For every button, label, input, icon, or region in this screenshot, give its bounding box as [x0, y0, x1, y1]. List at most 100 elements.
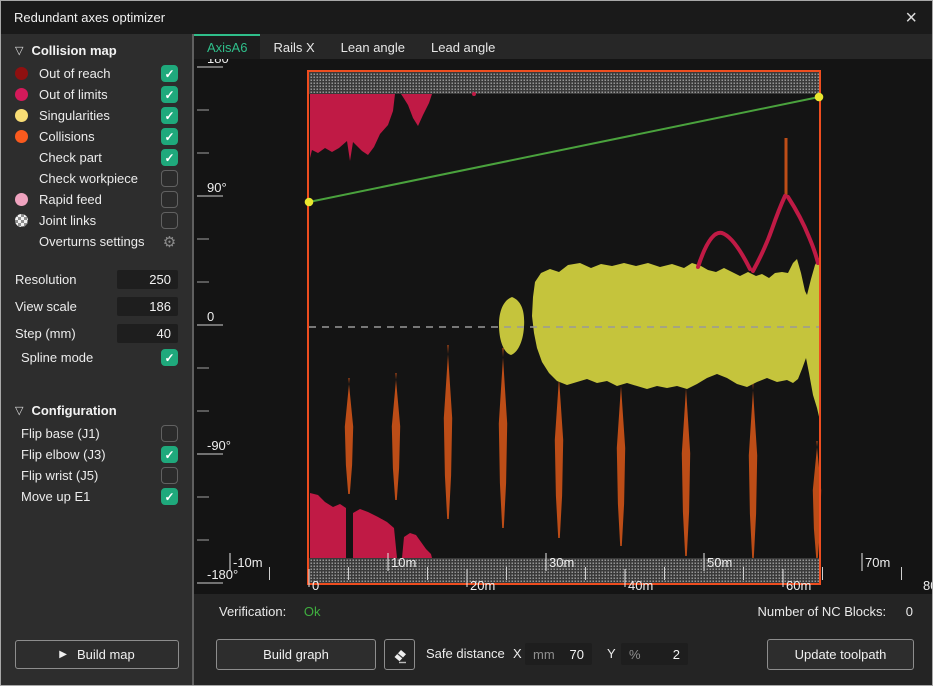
- safe-distance-y-label: Y: [607, 646, 616, 661]
- x-unit: mm: [533, 647, 555, 662]
- collisions-color-dot: [15, 130, 28, 143]
- tab-axisa6[interactable]: AxisA6: [194, 34, 260, 59]
- check-part-checkbox[interactable]: ✓: [161, 149, 178, 166]
- svg-text:-90°: -90°: [207, 438, 231, 453]
- move-up-e1-checkbox[interactable]: ✓: [161, 488, 178, 505]
- resolution-input[interactable]: 250: [117, 270, 178, 289]
- flip-base-j1-checkbox[interactable]: [161, 425, 178, 442]
- config-row-flip-base-j1: Flip base (J1): [1, 423, 192, 444]
- collision-map-svg[interactable]: 18090°0-90°-180°-10m010m20m30m40m50m60m7…: [194, 34, 933, 596]
- collapse-triangle-icon: ▽: [15, 44, 23, 57]
- rapid-feed-color-dot: [15, 193, 28, 206]
- safe-distance-label: Safe distance: [426, 646, 505, 661]
- check-workpiece-checkbox[interactable]: [161, 170, 178, 187]
- rapid-feed-checkbox[interactable]: [161, 191, 178, 208]
- joint-links-checkbox[interactable]: [161, 212, 178, 229]
- field-label: Resolution: [15, 272, 117, 287]
- titlebar: Redundant axes optimizer ×: [1, 1, 932, 34]
- svg-text:-10m: -10m: [233, 555, 263, 570]
- verification-label: Verification:: [219, 604, 286, 619]
- safe-distance-x-label: X: [513, 646, 522, 661]
- nc-blocks-value: 0: [906, 604, 913, 619]
- svg-text:70m: 70m: [865, 555, 890, 570]
- section-header-collision-map[interactable]: ▽ Collision map: [1, 34, 192, 63]
- check-icon: ✓: [164, 68, 174, 80]
- dot-spacer: [15, 151, 28, 164]
- svg-text:0: 0: [207, 309, 214, 324]
- row-label: Check part: [39, 150, 161, 165]
- config-row-flip-elbow-j3: Flip elbow (J3)✓: [1, 444, 192, 465]
- check-icon: ✓: [164, 110, 174, 122]
- collisions-checkbox[interactable]: ✓: [161, 128, 178, 145]
- configuration-rows: Flip base (J1)Flip elbow (J3)✓ Flip wrist…: [1, 423, 192, 507]
- plot-area[interactable]: [308, 71, 820, 584]
- build-map-button[interactable]: ▶ Build map: [15, 640, 179, 669]
- check-icon: ✓: [164, 131, 174, 143]
- verification-status: Verification: Ok: [219, 604, 320, 619]
- safe-distance-x-field[interactable]: mm 70: [525, 643, 592, 665]
- row-label: Move up E1: [21, 489, 161, 504]
- flip-wrist-j5-checkbox[interactable]: [161, 467, 178, 484]
- safe-distance-y-field[interactable]: % 2: [621, 643, 688, 665]
- eraser-icon: [390, 645, 410, 665]
- out-of-limits-checkbox[interactable]: ✓: [161, 86, 178, 103]
- close-icon[interactable]: ×: [903, 8, 919, 28]
- sidebar: ▽ Collision map Out of reach✓Out of limi…: [1, 34, 192, 685]
- x-value: 70: [570, 647, 584, 662]
- spline-mode-row: Spline mode ✓: [1, 347, 192, 368]
- dot-spacer: [15, 235, 28, 248]
- sidebar-item-rapid-feed: Rapid feed: [1, 189, 192, 210]
- row-label: Check workpiece: [39, 171, 161, 186]
- redundant-axes-optimizer-window: Redundant axes optimizer × ▽ Collision m…: [0, 0, 933, 686]
- nc-blocks-label: Number of NC Blocks:: [758, 604, 887, 619]
- spline-mode-label: Spline mode: [21, 350, 161, 365]
- sidebar-item-out-of-limits: Out of limits✓: [1, 84, 192, 105]
- config-row-flip-wrist-j5: Flip wrist (J5): [1, 465, 192, 486]
- update-toolpath-button[interactable]: Update toolpath: [767, 639, 914, 670]
- collision-map-chart: 18090°0-90°-180°-10m010m20m30m40m50m60m7…: [194, 34, 933, 596]
- check-icon: ✓: [164, 89, 174, 101]
- sidebar-item-check-part: Check part✓: [1, 147, 192, 168]
- check-icon: ✓: [164, 152, 174, 164]
- build-graph-button[interactable]: Build graph: [216, 639, 376, 670]
- section-title: Configuration: [31, 403, 116, 418]
- singularities-color-dot: [15, 109, 28, 122]
- parameter-fields: Resolution250View scale186Step (mm)40: [1, 266, 192, 347]
- dot-spacer: [15, 172, 28, 185]
- verification-value: Ok: [304, 604, 321, 619]
- collision-map-rows: Out of reach✓Out of limits✓Singularities…: [1, 63, 192, 252]
- tab-lead-angle[interactable]: Lead angle: [418, 34, 508, 59]
- erase-graph-button[interactable]: [384, 639, 415, 670]
- step-mm-input[interactable]: 40: [117, 324, 178, 343]
- build-map-label: Build map: [77, 647, 135, 662]
- row-label: Joint links: [39, 213, 161, 228]
- section-header-configuration[interactable]: ▽ Configuration: [1, 394, 192, 423]
- sidebar-item-joint-links: Joint links: [1, 210, 192, 231]
- sidebar-item-overturns-settings: Overturns settings⚙: [1, 231, 192, 252]
- row-label: Collisions: [39, 129, 161, 144]
- row-label: Rapid feed: [39, 192, 161, 207]
- check-icon: ✓: [164, 449, 174, 461]
- sidebar-item-singularities: Singularities✓: [1, 105, 192, 126]
- view-scale-input[interactable]: 186: [117, 297, 178, 316]
- window-title: Redundant axes optimizer: [14, 10, 165, 25]
- svg-text:80: 80: [923, 578, 933, 593]
- out-of-reach-checkbox[interactable]: ✓: [161, 65, 178, 82]
- spline-mode-checkbox[interactable]: ✓: [161, 349, 178, 366]
- gear-icon[interactable]: ⚙: [161, 233, 178, 251]
- nc-blocks-status: Number of NC Blocks: 0: [758, 604, 913, 619]
- view-scale-row: View scale186: [1, 293, 192, 320]
- field-label: Step (mm): [15, 326, 117, 341]
- row-label: Singularities: [39, 108, 161, 123]
- checker-dot-icon: [15, 214, 28, 227]
- field-label: View scale: [15, 299, 117, 314]
- flip-elbow-j3-checkbox[interactable]: ✓: [161, 446, 178, 463]
- row-label: Flip wrist (J5): [21, 468, 161, 483]
- tab-lean-angle[interactable]: Lean angle: [328, 34, 418, 59]
- svg-text:90°: 90°: [207, 180, 227, 195]
- tab-rails-x[interactable]: Rails X: [260, 34, 327, 59]
- singularities-checkbox[interactable]: ✓: [161, 107, 178, 124]
- config-row-move-up-e1: Move up E1✓: [1, 486, 192, 507]
- sidebar-item-collisions: Collisions✓: [1, 126, 192, 147]
- step-mm-row: Step (mm)40: [1, 320, 192, 347]
